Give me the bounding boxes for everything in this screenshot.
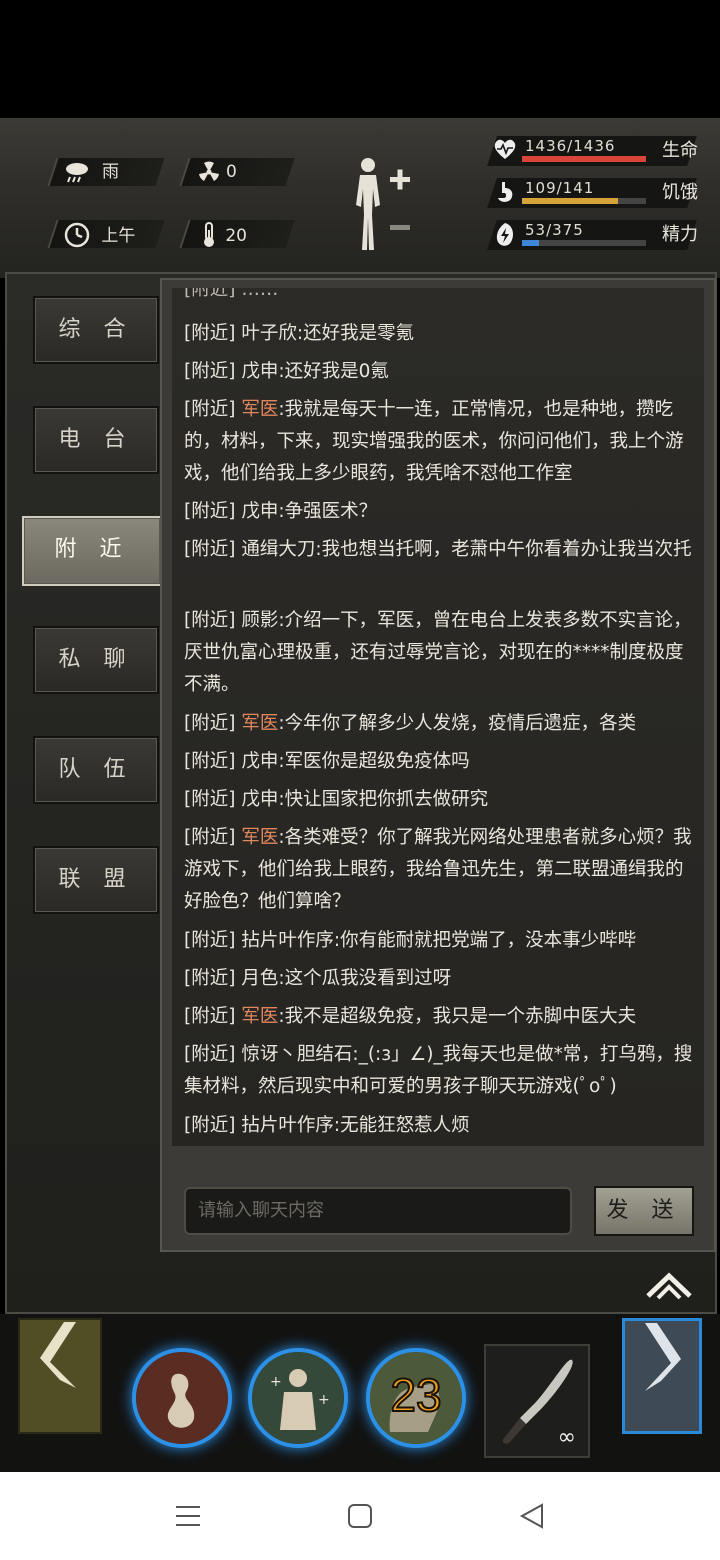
tab-team[interactable]: 队 伍: [33, 736, 159, 804]
message-row: [附近] 顾影:介绍一下，军医，曾在电台上发表多数不实言论，厌世仇富心理极重，还…: [184, 610, 692, 695]
status-area: [0, 0, 720, 118]
heart-icon: [492, 138, 518, 164]
back-triangle-icon[interactable]: [518, 1502, 546, 1530]
energy-value: 53/375: [525, 221, 584, 239]
energy-vital: 53/375 精力: [482, 220, 710, 254]
stomach-icon: [492, 180, 518, 206]
message-row: [附近] 戊申:争强医术？: [184, 501, 378, 522]
message-sender[interactable]: 军医: [241, 713, 278, 734]
health-value: 1436/1436: [525, 137, 616, 155]
weapon-durability: ∞: [557, 1425, 576, 1450]
prev-page-button[interactable]: [18, 1318, 102, 1434]
skill-slot-1[interactable]: [132, 1348, 232, 1448]
hunger-label: 饥饿: [662, 182, 698, 203]
time-label: 上午: [101, 226, 136, 246]
message-row: [附近] 戊申:还好我是0氪: [184, 361, 389, 382]
message-sender[interactable]: 戊申: [241, 789, 278, 810]
home-square-icon[interactable]: [346, 1502, 374, 1530]
message-row: [附近] 戊申:快让国家把你抓去做研究: [184, 789, 489, 810]
character-body-button[interactable]: [348, 155, 418, 255]
energy-label: 精力: [662, 224, 698, 245]
weapon-slot[interactable]: ∞: [484, 1344, 590, 1458]
temperature-value: 20: [225, 226, 247, 246]
action-bar: [0, 1314, 720, 1472]
message-row: [附近] 月色:这个瓜我没看到过呀: [184, 968, 452, 989]
clock-icon: [64, 222, 90, 248]
message-row: [附近] 戊申:军医你是超级免疫体吗: [184, 751, 470, 772]
message-row: [附近] 拈片叶作序:无能狂怒惹人烦: [184, 1115, 470, 1136]
message-row: [附近] 军医:我不是超级免疫，我只是一个赤脚中医大夫: [184, 1006, 637, 1027]
message-row: [附近] 通缉大刀:我也想当托啊，老萧中午你看着办让我当次托: [184, 539, 692, 560]
temperature-stat: 20: [179, 220, 295, 248]
tab-private[interactable]: 私 聊: [33, 626, 159, 694]
message-row: [附近] 军医:各类难受？你了解我光网络处理患者就多心烦？我游戏下，他们给我上眼…: [184, 827, 692, 912]
message-sender[interactable]: 叶子欣: [241, 323, 297, 344]
radiation-value: 0: [226, 162, 237, 182]
chat-window: [附近] …… [附近] 叶子欣:还好我是零氪 [附近] 戊申:还好我是0氪 […: [160, 278, 716, 1252]
chevron-up-icon: [646, 1272, 692, 1300]
weather-stat: 雨: [47, 158, 165, 186]
system-nav-bar: [0, 1472, 720, 1560]
message-row: [附近] 叶子欣:还好我是零氪: [184, 323, 415, 344]
arrow-left-icon: [40, 1322, 76, 1388]
svg-text:+: +: [270, 1374, 282, 1390]
message-row: [附近] 惊讶丶胆结石:_(:з」∠)_我每天也是做*常，打乌鸦，搜集材料，然后…: [184, 1044, 693, 1097]
partial-message-row: [附近] ……: [184, 288, 279, 300]
tab-nearby[interactable]: 附 近: [22, 516, 162, 586]
thermometer-icon: [196, 222, 222, 247]
message-sender[interactable]: 戊申: [241, 361, 278, 382]
tab-alliance[interactable]: 联 盟: [33, 846, 159, 914]
message-sender[interactable]: 军医: [241, 827, 278, 848]
tab-radio[interactable]: 电 台: [33, 406, 159, 474]
message-sender[interactable]: 拈片叶作序: [241, 930, 334, 951]
heal-figure-skill-icon: ++: [252, 1352, 344, 1444]
radiation-stat: 0: [179, 158, 295, 186]
hunger-vital: 109/141 饥饿: [482, 178, 710, 212]
rain-cloud-icon: [64, 160, 90, 184]
skill-count: 23: [389, 1368, 442, 1422]
svg-text:+: +: [318, 1392, 330, 1408]
health-label: 生命: [662, 140, 698, 161]
energy-icon: [492, 222, 518, 248]
skill-slot-3[interactable]: 23: [366, 1348, 466, 1448]
time-stat: 上午: [47, 220, 165, 248]
message-sender[interactable]: 顾影: [241, 610, 278, 631]
message-sender[interactable]: 拈片叶作序: [241, 1115, 334, 1136]
tab-general[interactable]: 综 合: [33, 296, 159, 364]
skill-slot-2[interactable]: + +: [248, 1348, 348, 1448]
message-sender[interactable]: 月色: [241, 968, 278, 989]
body-figure-icon: [356, 158, 410, 250]
message-sender[interactable]: 通缉大刀: [241, 539, 315, 560]
chat-input[interactable]: 请输入聊天内容: [184, 1187, 572, 1235]
next-page-button[interactable]: [622, 1318, 702, 1434]
hunger-value: 109/141: [525, 179, 595, 197]
message-sender[interactable]: 戊申: [241, 751, 278, 772]
chat-message-list[interactable]: [附近] …… [附近] 叶子欣:还好我是零氪 [附近] 戊申:还好我是0氪 […: [172, 288, 704, 1146]
collapse-chat-button[interactable]: [644, 1268, 694, 1302]
health-vital: 1436/1436 生命: [482, 136, 710, 170]
message-row: [附近] 军医:今年你了解多少人发烧，疫情后遗症，各类: [184, 713, 637, 734]
message-sender[interactable]: 戊申: [241, 501, 278, 522]
menu-icon[interactable]: [174, 1502, 202, 1530]
message-sender[interactable]: 军医: [241, 399, 278, 420]
message-sender[interactable]: 军医: [241, 1006, 278, 1027]
message-row: [附近] 拈片叶作序:你有能耐就把党端了，没本事少哔哔: [184, 930, 637, 951]
radiation-icon: [196, 160, 222, 184]
send-button[interactable]: 发 送: [594, 1186, 694, 1236]
weather-label: 雨: [102, 162, 119, 182]
message-sender[interactable]: 惊讶丶胆结石: [241, 1044, 352, 1065]
message-row: [附近] 军医:我就是每天十一连，正常情况，也是种地，攒吃的，材料，下来，现实增…: [184, 399, 684, 484]
wound-skill-icon: [136, 1352, 228, 1444]
arrow-right-icon: [645, 1323, 681, 1391]
